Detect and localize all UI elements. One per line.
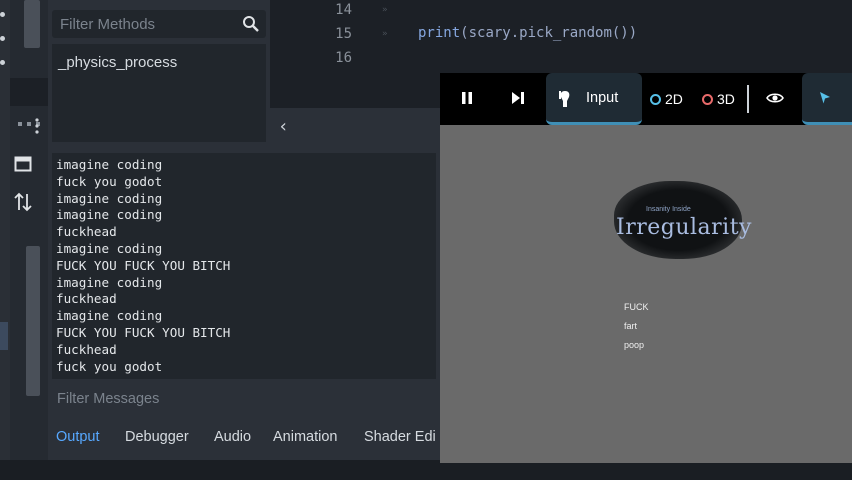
dock-divider [10, 78, 48, 106]
next-frame-icon[interactable] [510, 91, 526, 105]
game-menu-item[interactable]: poop [624, 340, 644, 350]
output-line: imagine coding [56, 240, 163, 256]
method-list-panel: Filter Methods _physics_process [48, 0, 270, 145]
line-number: 15 [335, 26, 352, 42]
selected-row-indicator [0, 322, 8, 350]
logo-title: Irregularity [616, 215, 752, 240]
game-window[interactable]: Input 2D 3D Insanity Inside Irregularity… [440, 73, 852, 463]
search-icon[interactable] [242, 15, 260, 33]
tab-output[interactable]: Output [56, 429, 100, 445]
output-line: fuckhead [56, 341, 117, 357]
fold-marker-icon: » [382, 29, 388, 39]
output-panel: imagine coding fuck you godot imagine co… [48, 145, 440, 460]
filter-messages-placeholder: Filter Messages [57, 391, 160, 407]
sort-arrows-icon[interactable] [14, 192, 32, 212]
scrollbar-thumb[interactable] [24, 0, 40, 48]
3d-ring-icon [702, 93, 713, 105]
vertical-dots-icon[interactable] [32, 116, 42, 138]
tab-debugger[interactable]: Debugger [125, 429, 189, 445]
output-line: fuckhead [56, 291, 117, 307]
dot-icon [0, 12, 5, 17]
filter-methods-placeholder: Filter Methods [60, 16, 156, 33]
select-mode-button[interactable] [802, 73, 852, 125]
3d-mode-button[interactable]: 3D [702, 88, 735, 110]
logo-subtitle: Insanity Inside [646, 206, 691, 213]
output-line: fuck you godot [56, 173, 163, 189]
output-line: imagine coding [56, 190, 163, 206]
eye-icon[interactable] [766, 91, 784, 105]
code-line: print(scary.pick_random()) [418, 25, 637, 41]
filter-methods-input[interactable]: Filter Methods [52, 10, 266, 38]
tab-shader-editor[interactable]: Shader Edi [364, 429, 436, 445]
tab-audio[interactable]: Audio [214, 429, 251, 445]
pause-icon[interactable] [460, 91, 474, 105]
game-toolbar: Input 2D 3D [440, 73, 852, 125]
2d-mode-label: 2D [665, 91, 683, 107]
input-button-label: Input [586, 90, 619, 106]
output-line: imagine coding [56, 274, 163, 290]
code-arguments: (scary.pick_random()) [460, 25, 638, 41]
dot-icon [0, 36, 5, 41]
output-scrollbar-thumb[interactable] [26, 246, 40, 396]
method-item[interactable]: _physics_process [58, 54, 177, 71]
output-log[interactable]: imagine coding fuck you godot imagine co… [52, 153, 436, 379]
line-number: 16 [335, 50, 352, 66]
input-toggle-button[interactable]: Input [546, 73, 642, 125]
game-logo: Insanity Inside Irregularity [610, 173, 752, 263]
2d-mode-button[interactable]: 2D [650, 88, 683, 110]
toolbar-separator [747, 85, 749, 113]
output-line: imagine coding [56, 308, 163, 324]
tab-animation[interactable]: Animation [273, 429, 337, 445]
left-edge-strip [0, 0, 10, 480]
output-line: imagine coding [56, 157, 163, 172]
dot-icon [0, 60, 5, 65]
code-function: print [418, 25, 461, 41]
window-icon[interactable] [14, 155, 32, 173]
bottom-panel-tabs: Output Debugger Audio Animation Shader E… [48, 422, 440, 454]
game-menu-item[interactable]: fart [624, 321, 637, 331]
2d-ring-icon [650, 93, 661, 105]
output-line: FUCK YOU FUCK YOU BITCH [56, 324, 231, 340]
dock-icon-column [10, 0, 48, 480]
output-line: fuck you godot [56, 358, 163, 374]
output-line: fuckhead [56, 224, 117, 240]
editor-footer: ‹ [270, 108, 440, 145]
line-number: 14 [335, 2, 352, 18]
input-icon [559, 91, 570, 107]
status-bar [0, 460, 852, 480]
cursor-arrow-icon [820, 92, 830, 104]
method-list: _physics_process [52, 44, 266, 142]
fold-marker-icon: » [382, 5, 388, 15]
3d-mode-label: 3D [717, 91, 735, 107]
game-menu-item[interactable]: FUCK [624, 302, 649, 312]
filter-messages-input[interactable]: Filter Messages [52, 385, 436, 413]
chevron-left-icon[interactable]: ‹ [278, 116, 289, 137]
output-line: FUCK YOU FUCK YOU BITCH [56, 257, 231, 273]
output-line: imagine coding [56, 207, 163, 223]
